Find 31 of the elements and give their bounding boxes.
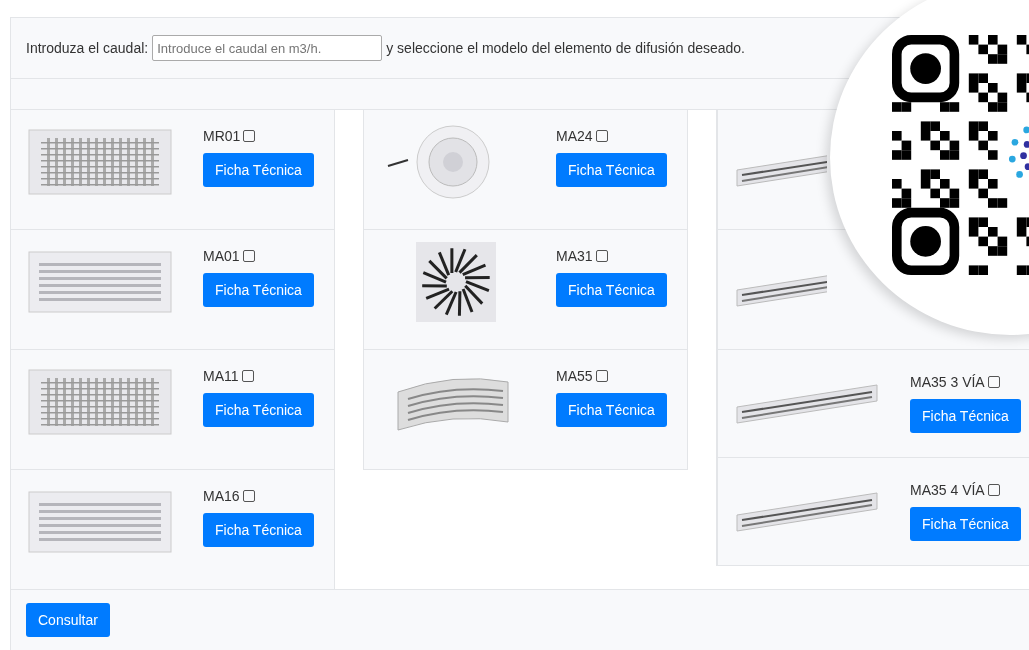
datasheet-button[interactable]: Ficha Técnica bbox=[910, 507, 1021, 541]
datasheet-button[interactable]: Ficha Técnica bbox=[203, 393, 314, 427]
model-checkbox[interactable] bbox=[595, 130, 608, 142]
model-label: MA24 bbox=[556, 128, 593, 144]
datasheet-button[interactable]: Ficha Técnica bbox=[556, 153, 667, 187]
model-label: MA16 bbox=[203, 488, 240, 504]
flow-label: Introduza el caudal: bbox=[26, 40, 149, 56]
model-label: MA55 bbox=[556, 368, 593, 384]
model-label: MA11 bbox=[203, 368, 239, 384]
datasheet-button[interactable]: Ficha Técnica bbox=[203, 273, 314, 307]
model-checkbox[interactable] bbox=[595, 250, 608, 262]
model-checkbox[interactable] bbox=[242, 250, 255, 262]
submit-button[interactable]: Consultar bbox=[26, 603, 110, 637]
model-checkbox[interactable] bbox=[595, 370, 608, 382]
flow-input-field[interactable]: Introduce el caudal en m3/h. bbox=[152, 35, 383, 61]
model-label: MA31 bbox=[556, 248, 593, 264]
datasheet-button[interactable]: Ficha Técnica bbox=[203, 513, 314, 547]
datasheet-button[interactable]: Ficha Técnica bbox=[556, 273, 667, 307]
model-label: MA01 bbox=[203, 248, 240, 264]
datasheet-button[interactable]: Ficha Técnica bbox=[203, 153, 314, 187]
model-label: MR01 bbox=[203, 128, 241, 144]
model-label: MA35 4 VÍA bbox=[910, 482, 985, 498]
model-label: MA35 3 VÍA bbox=[910, 374, 985, 390]
model-checkbox[interactable] bbox=[987, 376, 1000, 388]
datasheet-button[interactable]: Ficha Técnica bbox=[556, 393, 667, 427]
model-checkbox[interactable] bbox=[241, 370, 254, 382]
model-checkbox[interactable] bbox=[242, 490, 255, 502]
instruction-text: y seleccione el modelo del elemento de difusión deseado. bbox=[386, 40, 745, 56]
model-checkbox[interactable] bbox=[243, 130, 256, 142]
model-checkbox[interactable] bbox=[987, 484, 1000, 496]
datasheet-button[interactable]: Ficha Técnica bbox=[910, 399, 1021, 433]
